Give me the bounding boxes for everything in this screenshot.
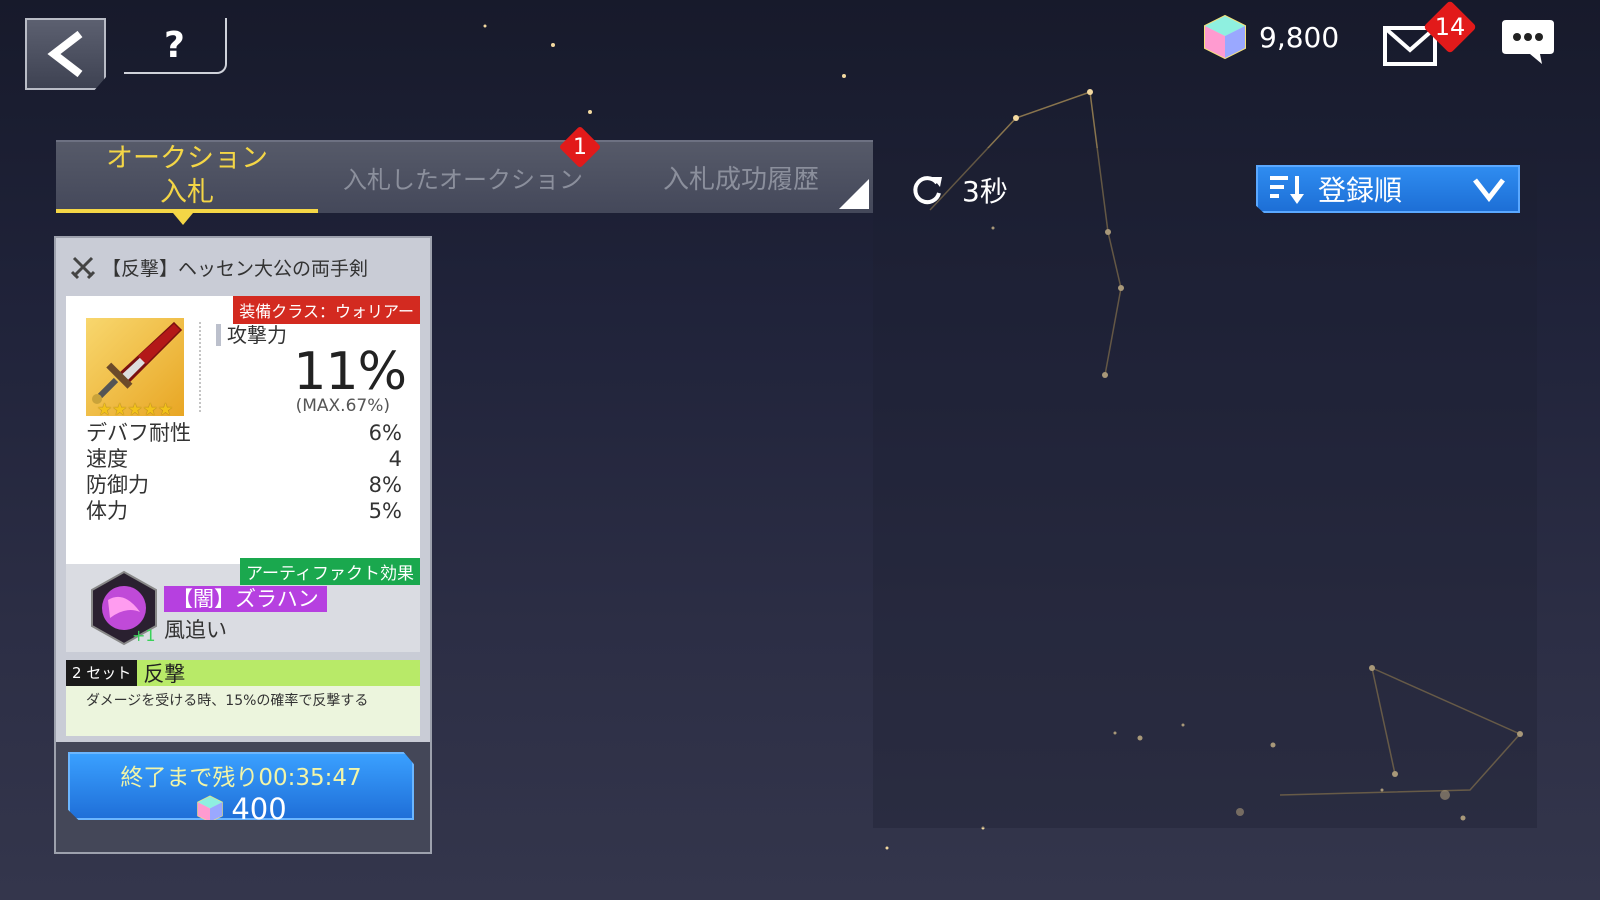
item-name: 【反撃】ヘッセン大公の両手剣 (102, 257, 369, 280)
sub-stat-label: デバフ耐性 (86, 421, 191, 445)
mail-button[interactable]: 14 (1381, 0, 1477, 70)
back-arrow-icon (46, 30, 82, 78)
bid-price-value: 400 (231, 792, 287, 826)
tab-auction-line2: 入札 (160, 176, 214, 208)
crystal-icon (197, 795, 224, 820)
help-button[interactable]: ? (124, 18, 227, 74)
chat-icon (1502, 20, 1554, 64)
sub-stat-row: 速度 4 (86, 446, 402, 472)
star-icon: ★ (142, 400, 158, 420)
star-rating: ★ ★ ★ ★ ★ (86, 400, 184, 420)
sub-stat-label: 防御力 (86, 473, 149, 497)
refresh-icon (913, 176, 942, 205)
chat-button[interactable] (1500, 16, 1560, 68)
time-remaining: 終了まで残り00:35:47 (120, 765, 362, 791)
main-stat-max: (MAX.67%) (295, 396, 390, 416)
crossed-swords-icon (70, 256, 96, 280)
item-icon: ★ ★ ★ ★ ★ (86, 318, 184, 420)
sub-stat-row: 体力 5% (86, 498, 402, 524)
sort-icon (1270, 176, 1304, 204)
star-icon: ★ (96, 400, 113, 420)
artifact-tag: アーティファクト効果 (240, 558, 420, 585)
crystal-balance: 9,800 (1201, 14, 1339, 60)
set-name: 反撃 (143, 662, 186, 686)
bid-button[interactable]: 終了まで残り00:35:47 400 (68, 752, 414, 820)
refresh-button[interactable]: 3秒 (910, 170, 1008, 210)
chevron-down-icon (1473, 178, 1505, 202)
sub-stat-value: 4 (388, 447, 402, 471)
tab-bid-auctions-label: 入札したオークション (343, 166, 583, 194)
star-icon: ★ (157, 400, 174, 420)
tab-badge-count: 1 (573, 134, 587, 160)
set-count: 2 セット (66, 660, 138, 686)
tab-auction-line1: オークション (106, 142, 268, 174)
crystal-icon (1204, 14, 1246, 60)
set-effect-row: 2 セット 反撃 (66, 660, 420, 686)
sub-stat-value: 8% (368, 473, 402, 497)
tab-auction-bid[interactable]: オークション 入札 (56, 142, 318, 213)
sub-stat-label: 体力 (86, 499, 128, 523)
star-icon: ★ (112, 400, 128, 420)
help-label: ? (164, 24, 185, 66)
sub-stat-row: 防御力 8% (86, 472, 402, 498)
auction-tab-bar: オークション 入札 入札したオークション 1 入札成功履歴 (56, 125, 873, 225)
card-header: 【反撃】ヘッセン大公の両手剣 (56, 238, 430, 296)
sort-dropdown[interactable]: 登録順 (1256, 165, 1520, 213)
sort-label: 登録順 (1318, 174, 1403, 207)
mail-badge-count: 14 (1434, 13, 1466, 41)
artifact-name: 【闇】ズラハン (164, 586, 327, 612)
tab-bar-corner (839, 179, 869, 209)
item-stats-panel: 装備クラス：ウォリアー ★ ★ ★ ★ ★ 攻撃力 11% (MAX.67%) デバフ耐… (66, 296, 420, 564)
sub-stats-list: デバフ耐性 6% 速度 4 防御力 8% 体力 5% (86, 420, 402, 524)
stat-divider (199, 322, 201, 412)
auction-item-card[interactable]: 【反撃】ヘッセン大公の両手剣 装備クラス：ウォリアー ★ ★ ★ ★ ★ 攻撃力 11%… (54, 236, 432, 854)
back-button[interactable] (25, 18, 106, 90)
tab-bid-history[interactable]: 入札成功履歴 (616, 142, 866, 213)
artifact-skill: 風追い (164, 618, 227, 642)
active-tab-pointer (173, 213, 193, 225)
set-description: ダメージを受ける時、15%の確率で反撃する (66, 686, 420, 736)
artifact-plus: +1 (132, 626, 156, 645)
tab-bid-history-label: 入札成功履歴 (662, 165, 819, 195)
main-stat-label: 攻撃力 (216, 324, 287, 346)
refresh-interval: 3秒 (962, 175, 1008, 208)
sub-stat-label: 速度 (86, 447, 128, 471)
sub-stat-value: 5% (368, 499, 402, 523)
main-stat-value: 11% (293, 342, 407, 402)
artifact-effect-panel: アーティファクト効果 +1 【闇】ズラハン 風追い (66, 558, 420, 652)
card-footer: 終了まで残り00:35:47 400 (56, 742, 430, 852)
auction-list-panel (873, 148, 1537, 828)
crystal-amount: 9,800 (1259, 20, 1340, 54)
class-tag: 装備クラス：ウォリアー (233, 296, 420, 324)
sub-stat-value: 6% (368, 421, 402, 445)
bid-price: 400 (70, 792, 412, 826)
sub-stat-row: デバフ耐性 6% (86, 420, 402, 446)
star-icon: ★ (127, 400, 143, 420)
